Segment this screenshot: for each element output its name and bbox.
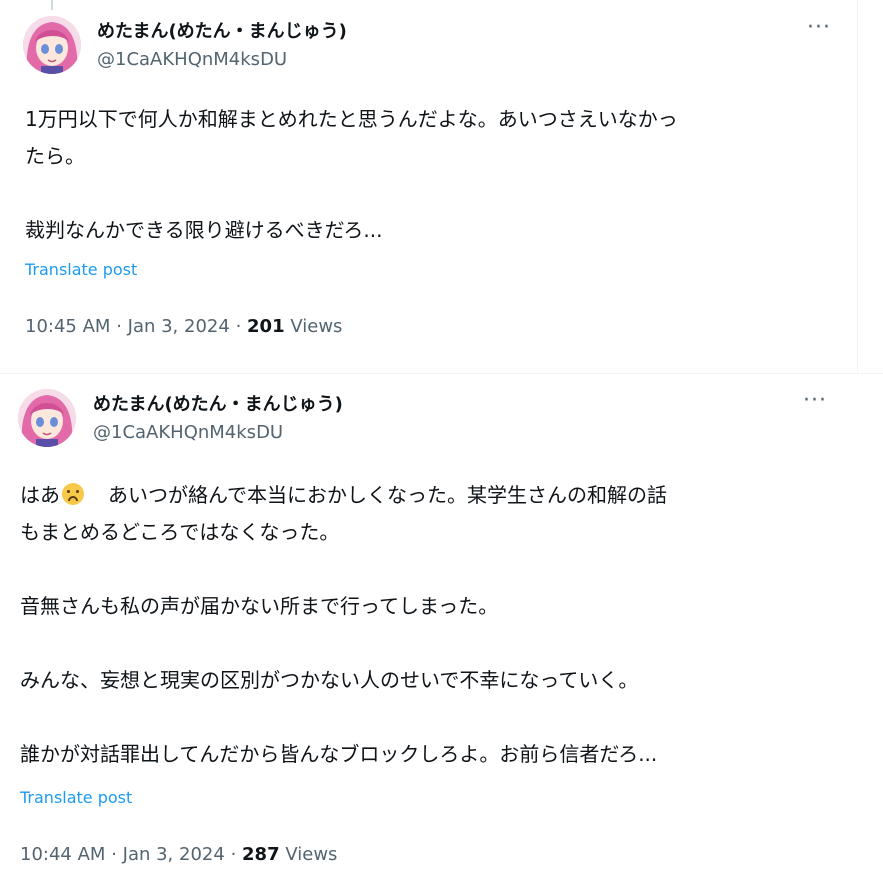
thread-connector: [51, 0, 53, 10]
tweet-meta: 10:45 AM · Jan 3, 2024 · 201 Views: [25, 316, 342, 337]
meta-separator: ·: [235, 316, 248, 337]
avatar[interactable]: [23, 16, 81, 74]
views-count[interactable]: 201: [247, 316, 285, 337]
tweet-time[interactable]: 10:44 AM: [20, 844, 105, 865]
avatar-illustration: [18, 389, 76, 447]
author-display-name[interactable]: めたまん(めたん・まんじゅう): [97, 17, 347, 43]
tweet-meta: 10:44 AM · Jan 3, 2024 · 287 Views: [20, 844, 337, 865]
tweet-text-prefix: はあ: [20, 483, 60, 507]
author-handle[interactable]: @1CaAKHQnM4ksDU: [93, 422, 283, 443]
more-options-icon[interactable]: ···: [803, 390, 827, 412]
tweet-date[interactable]: Jan 3, 2024: [123, 844, 225, 865]
views-count[interactable]: 287: [242, 844, 280, 865]
avatar[interactable]: [18, 389, 76, 447]
views-label[interactable]: Views: [285, 844, 337, 865]
translate-post-link[interactable]: Translate post: [25, 260, 137, 279]
tweet-date[interactable]: Jan 3, 2024: [128, 316, 230, 337]
avatar-illustration: [23, 16, 81, 74]
tweet-time[interactable]: 10:45 AM: [25, 316, 110, 337]
tweet[interactable]: めたまん(めたん・まんじゅう) @1CaAKHQnM4ksDU ··· はあ あ…: [0, 373, 883, 884]
translate-post-link[interactable]: Translate post: [20, 788, 132, 807]
more-options-icon[interactable]: ···: [807, 17, 831, 39]
meta-separator: ·: [230, 844, 243, 865]
weary-face-emoji: [62, 483, 84, 505]
author-display-name[interactable]: めたまん(めたん・まんじゅう): [93, 390, 343, 416]
author-handle[interactable]: @1CaAKHQnM4ksDU: [97, 49, 287, 70]
tweet-text-rest: あいつが絡んで本当におかしくなった。某学生さんの和解の話 もまとめるどころではな…: [20, 483, 667, 766]
tweet-text: 1万円以下で何人か和解まとめれたと思うんだよな。あいつさえいなかっ たら。 裁判…: [25, 107, 678, 242]
meta-separator: ·: [111, 844, 123, 865]
views-label[interactable]: Views: [290, 316, 342, 337]
tweet-text: はあ あいつが絡んで本当におかしくなった。某学生さんの和解の話 もまとめるどころ…: [20, 477, 860, 773]
meta-separator: ·: [116, 316, 128, 337]
tweet[interactable]: めたまん(めたん・まんじゅう) @1CaAKHQnM4ksDU ··· 1万円以…: [0, 0, 858, 372]
